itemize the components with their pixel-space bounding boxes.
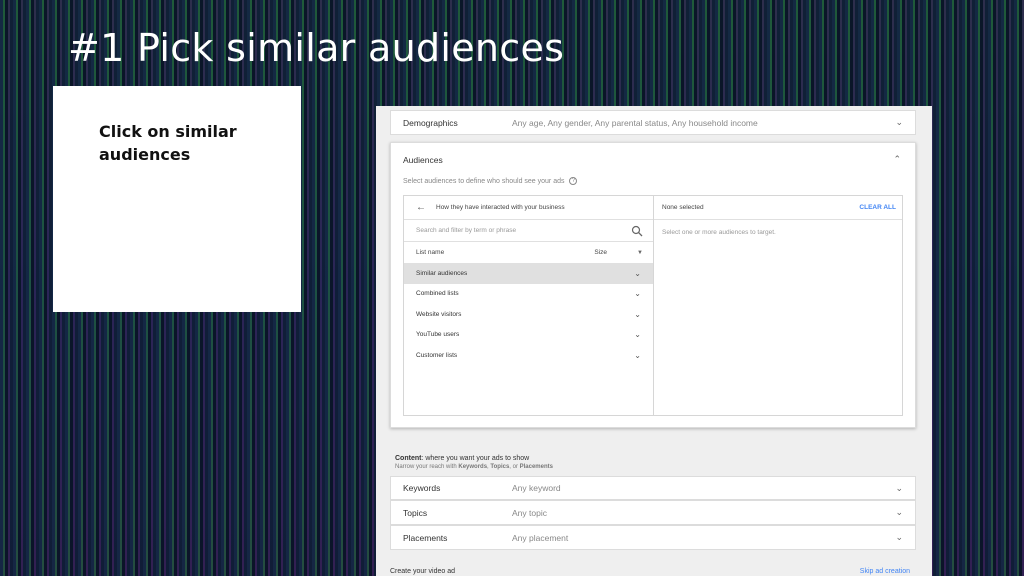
content-heading-bold: Content	[395, 455, 422, 462]
content-sub-placements: Placements	[519, 464, 553, 470]
placements-label: Placements	[403, 532, 448, 543]
list-item-label: Website visitors	[416, 310, 462, 318]
list-item-website-visitors[interactable]: Website visitors ⌄	[404, 304, 653, 325]
list-item-label: YouTube users	[416, 331, 460, 339]
search-icon[interactable]	[631, 225, 643, 237]
audience-search-input[interactable]: Search and filter by term or phrase	[404, 220, 653, 242]
placements-row[interactable]: Placements Any placement ⌄	[390, 525, 916, 550]
caret-down-icon[interactable]: ▼	[637, 250, 643, 256]
list-item-label: Similar audiences	[416, 269, 468, 277]
audiences-subtitle: Select audiences to define who should se…	[403, 177, 578, 185]
content-sub-keywords: Keywords	[458, 464, 488, 470]
list-item-customer-lists[interactable]: Customer lists ⌄	[404, 345, 653, 366]
demographics-value: Any age, Any gender, Any parental status…	[512, 117, 758, 128]
demographics-label: Demographics	[403, 117, 458, 128]
chevron-down-icon: ⌄	[634, 330, 641, 340]
content-heading-rest: : where you want your ads to show	[421, 455, 530, 462]
content-subheading: Narrow your reach with Keywords, Topics,…	[395, 464, 553, 470]
slide-title: #1 Pick similar audiences	[68, 26, 565, 70]
list-header: List name Size ▼	[404, 242, 653, 263]
instruction-box: Click on similar audiences	[53, 86, 301, 312]
browse-header-label: How they have interacted with your busin…	[436, 204, 565, 211]
help-icon[interactable]: ?	[569, 177, 578, 185]
list-item-similar-audiences[interactable]: Similar audiences ⌄	[404, 263, 653, 284]
browse-header: ← How they have interacted with your bus…	[404, 196, 653, 220]
list-item-youtube-users[interactable]: YouTube users ⌄	[404, 325, 653, 346]
audiences-card: Audiences ⌃ Select audiences to define w…	[390, 142, 916, 428]
topics-row[interactable]: Topics Any topic ⌄	[390, 500, 916, 525]
audiences-title: Audiences	[403, 155, 443, 165]
chevron-down-icon[interactable]: ⌄	[895, 507, 903, 518]
search-placeholder: Search and filter by term or phrase	[416, 227, 517, 234]
create-video-ad-row: Create your video ad Skip ad creation	[390, 568, 916, 575]
chevron-down-icon: ⌄	[634, 350, 641, 360]
selected-audiences-pane: None selected CLEAR ALL Select one or mo…	[654, 196, 902, 415]
audiences-subtitle-text: Select audiences to define who should se…	[403, 177, 565, 185]
chevron-down-icon[interactable]: ⌄	[895, 483, 903, 494]
keywords-label: Keywords	[403, 483, 441, 493]
selected-hint: Select one or more audiences to target.	[662, 229, 776, 236]
demographics-row[interactable]: Demographics Any age, Any gender, Any pa…	[390, 110, 916, 135]
audience-selector: ← How they have interacted with your bus…	[403, 195, 903, 416]
chevron-down-icon: ⌄	[634, 309, 641, 319]
list-name-column: List name	[416, 249, 445, 256]
none-selected-label: None selected	[662, 204, 704, 211]
create-video-ad-label: Create your video ad	[390, 568, 455, 575]
back-arrow-icon[interactable]: ←	[416, 202, 426, 213]
content-heading: Content: where you want your ads to show	[395, 455, 529, 462]
size-column[interactable]: Size	[594, 249, 607, 256]
placements-value: Any placement	[512, 532, 569, 543]
chevron-down-icon[interactable]: ⌄	[895, 117, 903, 128]
topics-value: Any topic	[512, 507, 547, 518]
selected-header: None selected CLEAR ALL	[654, 196, 902, 220]
skip-ad-creation-link[interactable]: Skip ad creation	[860, 568, 910, 575]
list-item-label: Customer lists	[416, 351, 458, 359]
clear-all-button[interactable]: CLEAR ALL	[859, 204, 896, 211]
content-sub-prefix: Narrow your reach with	[395, 464, 459, 470]
keywords-row[interactable]: Keywords Any keyword ⌄	[390, 476, 916, 500]
chevron-up-icon[interactable]: ⌃	[893, 154, 901, 165]
chevron-down-icon[interactable]: ⌄	[895, 532, 903, 543]
chevron-down-icon: ⌄	[634, 268, 641, 278]
list-item-label: Combined lists	[416, 290, 459, 298]
audience-browse-pane: ← How they have interacted with your bus…	[404, 196, 654, 415]
ads-targeting-panel: Demographics Any age, Any gender, Any pa…	[376, 106, 932, 576]
chevron-down-icon: ⌄	[634, 289, 641, 299]
content-sub-sep: , or	[509, 464, 520, 470]
list-item-combined-lists[interactable]: Combined lists ⌄	[404, 284, 653, 305]
content-sub-topics: Topics	[490, 464, 510, 470]
instruction-text: Click on similar audiences	[99, 122, 237, 164]
keywords-value: Any keyword	[512, 483, 561, 493]
topics-label: Topics	[403, 507, 428, 518]
